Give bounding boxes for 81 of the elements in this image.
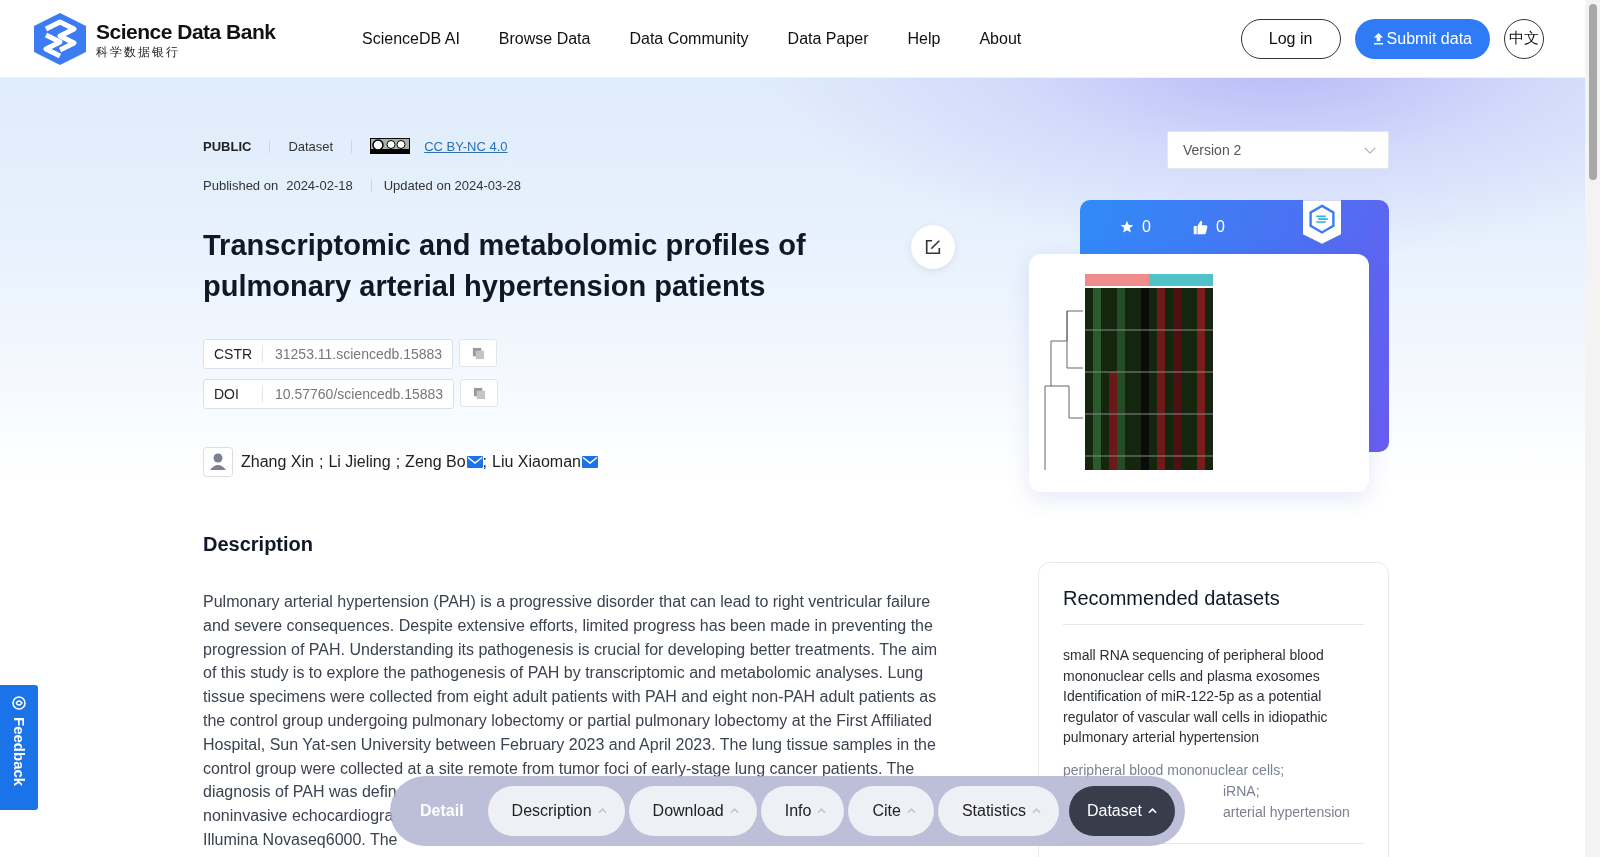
description-text: and severe consequences. Despite extensive efforts, limited progress has been made in preventing the bbox=[203, 615, 933, 636]
description-text: diagnosis of PAH was defin bbox=[203, 782, 397, 803]
dataset-title: Transcriptomic and metabolomic profiles of pulmonary arterial hypertension patients bbox=[203, 228, 807, 304]
keyword-text: iRNA; bbox=[1223, 781, 1260, 801]
chevron-up-icon bbox=[906, 808, 916, 814]
copy-button[interactable] bbox=[459, 339, 498, 367]
language-button[interactable]: 中文 bbox=[1504, 18, 1544, 59]
updated-date: Updated on 2024-03-28 bbox=[383, 178, 521, 193]
author-separator: ; bbox=[318, 453, 324, 471]
section-tab[interactable]: Dataset bbox=[1068, 786, 1176, 836]
identifier-label: DOI bbox=[214, 385, 263, 403]
description-text: of this study is to explore the pathogenesis of PAH by transcriptomic and metabolomic analyses. Lung bbox=[203, 663, 924, 684]
section-tab[interactable]: Download bbox=[628, 786, 757, 836]
edit-icon bbox=[924, 238, 942, 256]
copy-icon bbox=[472, 386, 486, 400]
card-heading: Recommended datasets bbox=[1063, 587, 1364, 625]
description-text: noninvasive echocardiogra bbox=[203, 806, 394, 827]
author-link[interactable]: Li Jieling bbox=[328, 453, 391, 471]
thumbs-up-icon[interactable] bbox=[1192, 219, 1208, 235]
license-link[interactable]: CC BY-NC 4.0 bbox=[424, 138, 508, 154]
author-separator: ; bbox=[395, 453, 401, 471]
description-text: Illumina Novaseq6000. The bbox=[203, 829, 398, 850]
feedback-icon bbox=[11, 695, 27, 711]
keyword-text: peripheral blood mononuclear cells; bbox=[1063, 760, 1285, 780]
license-badge-icon bbox=[370, 138, 411, 154]
published-label: Published on bbox=[203, 178, 279, 193]
section-tab[interactable]: Info bbox=[760, 786, 845, 836]
description-text: control group were collected at a site remote from tumor foci of early-stage lung cancer patients. The bbox=[203, 758, 915, 779]
chevron-up-icon bbox=[1148, 808, 1158, 814]
section-tab[interactable]: Description bbox=[487, 786, 625, 836]
nav-link[interactable]: Browse Data bbox=[498, 29, 591, 48]
chevron-down-icon bbox=[1364, 146, 1376, 154]
chevron-up-icon bbox=[729, 808, 739, 814]
scrollbar[interactable] bbox=[1585, 0, 1600, 857]
edit-button[interactable] bbox=[911, 225, 955, 269]
nav-link[interactable]: Data Community bbox=[629, 29, 749, 48]
author-link[interactable]: Zhang Xin bbox=[241, 453, 314, 471]
logo-subtitle: 科学数据银行 bbox=[96, 44, 181, 59]
chevron-up-icon bbox=[1031, 808, 1041, 814]
access-label: PUBLIC bbox=[203, 138, 252, 154]
chevron-up-icon bbox=[597, 808, 607, 814]
section-tab[interactable]: Cite bbox=[848, 786, 934, 836]
submit-data-button[interactable]: Submit data bbox=[1354, 18, 1490, 59]
description-text: tissue specimens were collected from eight adult patients with PAH and eight non-PAH adult patients as bbox=[203, 687, 937, 708]
section-nav-label: Detail bbox=[420, 802, 464, 820]
chevron-up-icon bbox=[817, 808, 827, 814]
mail-icon[interactable] bbox=[582, 456, 598, 468]
feedback-button[interactable]: Feedback bbox=[0, 685, 38, 810]
description-text: Pulmonary arterial hypertension (PAH) is a progressive disorder that can lead to right ventricular failure bbox=[203, 592, 931, 612]
upload-icon bbox=[1372, 32, 1384, 45]
hexagon-badge-icon bbox=[1303, 200, 1341, 244]
type-label: Dataset bbox=[288, 138, 334, 154]
nav-link[interactable]: Data Paper bbox=[787, 29, 869, 48]
published-date: 2024-02-18 bbox=[286, 178, 353, 193]
identifier-value: 10.57760/sciencedb.15883 bbox=[274, 386, 444, 402]
copy-icon bbox=[471, 346, 485, 360]
identifier-value: 31253.11.sciencedb.15883 bbox=[274, 346, 443, 362]
mail-icon[interactable] bbox=[466, 456, 483, 468]
description-text: progression of PAH. Understanding its pathogenesis is crucial for developing better treatments. The aim bbox=[203, 639, 937, 660]
logo-icon[interactable] bbox=[32, 10, 88, 67]
logo-name: Science Data Bank bbox=[96, 18, 276, 45]
identifier-label: CSTR bbox=[214, 345, 263, 363]
version-select[interactable]: Version 2 bbox=[1167, 131, 1389, 169]
copy-button[interactable] bbox=[460, 379, 499, 407]
section-heading: Description bbox=[203, 533, 315, 556]
author-link[interactable]: Liu Xiaoman bbox=[492, 453, 581, 471]
nav-link[interactable]: Help bbox=[907, 29, 941, 48]
person-icon bbox=[203, 447, 233, 477]
description-text: the control group undergoing pulmonary lobectomy or partial pulmonary lobectomy at the First Affiliated bbox=[203, 711, 932, 731]
section-tab[interactable]: Statistics bbox=[937, 786, 1059, 836]
nav-link[interactable]: ScienceDB AI bbox=[362, 29, 460, 48]
dataset-link[interactable]: small RNA sequencing of peripheral blood mononuclear cells and plasma exosomes Identification of miR-122-5p as a potential regulator of vascular wall cells in idiopathic pulmonary arterial hypertension bbox=[1063, 645, 1364, 748]
keyword-text: arterial hypertension bbox=[1223, 802, 1350, 822]
nav-link[interactable]: About bbox=[979, 29, 1022, 48]
like-count: 0 bbox=[1215, 218, 1225, 236]
star-icon[interactable] bbox=[1120, 220, 1134, 234]
author-link[interactable]: Zeng Bo bbox=[405, 453, 466, 471]
author-separator: ; bbox=[482, 453, 488, 471]
star-count: 0 bbox=[1142, 218, 1151, 236]
login-button[interactable]: Log in bbox=[1240, 18, 1341, 59]
description-text: Hospital, Sun Yat-sen University between February 2023 and April 2023. The lung tissue samples in the bbox=[203, 734, 936, 755]
